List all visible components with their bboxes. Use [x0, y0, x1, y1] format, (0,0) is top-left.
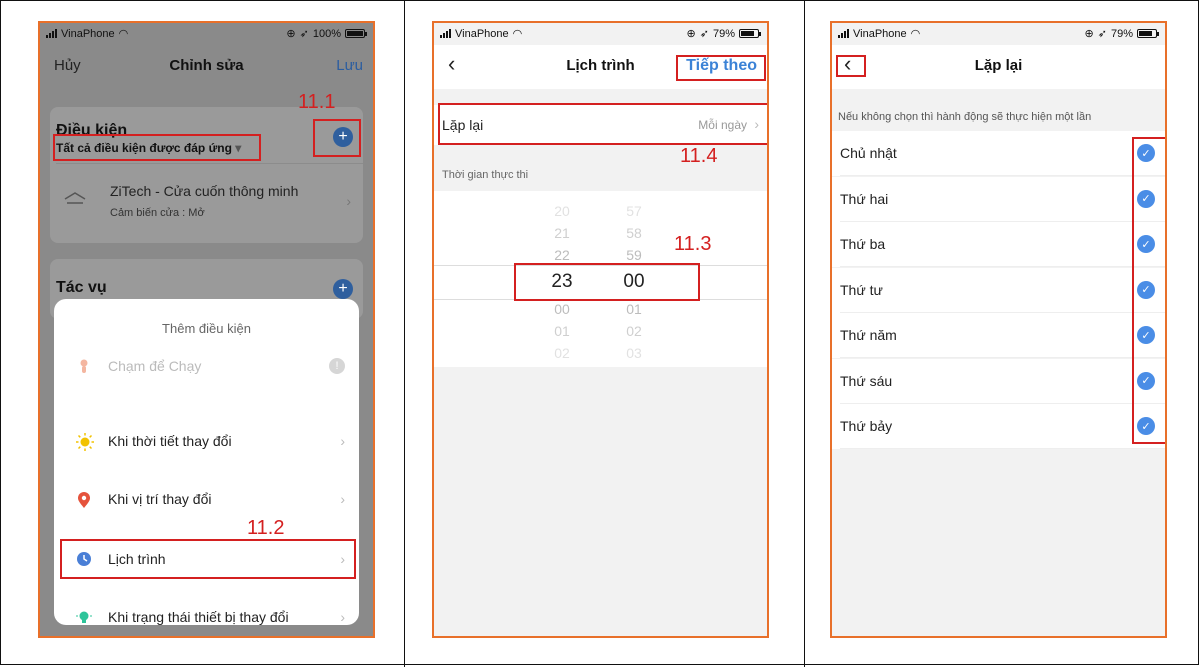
column-divider — [404, 0, 405, 667]
sheet-item-label: Chạm để Chạy — [108, 358, 202, 374]
day-label: Thứ tư — [840, 281, 883, 298]
day-label: Thứ sáu — [840, 372, 893, 389]
highlight-box — [836, 55, 866, 77]
signal-icon — [838, 29, 849, 38]
highlight-box — [313, 119, 361, 157]
picker-value[interactable]: 00 — [542, 301, 582, 317]
phone-screen-edit: VinaPhone ◠ ⊕ ➶ 100% Hủy Chỉnh sửa Lưu Đ… — [38, 21, 375, 638]
hint-text: Nếu không chọn thì hành động sẽ thực hiệ… — [838, 111, 1092, 123]
annotation-11-4: 11.4 — [680, 145, 718, 167]
device-detail: Cảm biến cửa : Mở — [110, 207, 205, 219]
page-title: Lặp lại — [974, 57, 1023, 74]
day-label: Thứ bảy — [840, 418, 893, 434]
carrier-label: VinaPhone — [61, 27, 115, 40]
day-label: Thứ năm — [840, 327, 897, 343]
highlight-box — [438, 103, 767, 145]
add-condition-sheet: Thêm điều kiện Chạm để Chạy ! Khi thời t… — [54, 299, 359, 625]
battery-icon — [739, 29, 761, 38]
location-arrow-icon: ➶ — [299, 28, 309, 40]
column-divider — [804, 0, 805, 667]
chevron-right-icon: › — [346, 193, 351, 209]
status-bar: VinaPhone ◠ ⊕ ➶ 100% — [40, 23, 373, 43]
picker-value[interactable]: 22 — [542, 247, 582, 263]
divider — [56, 163, 363, 164]
sheet-item-label: Khi trạng thái thiết bị thay đổi — [108, 609, 289, 625]
battery-percent: 100% — [312, 27, 341, 40]
shutter-icon — [64, 191, 86, 205]
annotation-11-2: 11.2 — [247, 517, 285, 539]
lock-rotation-icon: ⊕ — [1084, 28, 1094, 40]
picker-value[interactable]: 02 — [614, 323, 654, 339]
sheet-item-weather[interactable]: Khi thời tiết thay đổi › — [54, 421, 359, 461]
wifi-icon: ◠ — [118, 28, 129, 40]
battery-icon — [1137, 29, 1159, 38]
highlight-box — [60, 539, 356, 579]
tasks-title: Tác vụ — [56, 279, 107, 296]
day-option[interactable]: Thứ bảy ✓ — [832, 404, 1165, 449]
sheet-item-label: Khi thời tiết thay đổi — [108, 433, 232, 449]
status-bar: VinaPhone ◠ ⊕ ➶ 79% — [434, 23, 767, 43]
chevron-right-icon: › — [340, 433, 345, 449]
annotation-11-1: 11.1 — [298, 91, 336, 113]
phone-screen-repeat: VinaPhone ◠ ⊕ ➶ 79% ‹ Lặp lại Nếu không … — [830, 21, 1167, 638]
day-option[interactable]: Thứ ba ✓ — [832, 222, 1165, 267]
nav-bar: ‹ Lặp lại — [832, 45, 1165, 89]
status-bar: VinaPhone ◠ ⊕ ➶ 79% — [832, 23, 1165, 43]
day-option[interactable]: Thứ năm ✓ — [832, 313, 1165, 358]
picker-value[interactable]: 03 — [614, 345, 654, 361]
device-name: ZiTech - Cửa cuốn thông minh — [110, 183, 299, 199]
battery-icon — [345, 29, 367, 38]
chevron-right-icon: › — [340, 609, 345, 625]
lock-rotation-icon: ⊕ — [286, 28, 296, 40]
sheet-item-device-state[interactable]: Khi trạng thái thiết bị thay đổi › — [54, 597, 359, 636]
nav-bar: Hủy Chỉnh sửa Lưu — [40, 45, 373, 89]
picker-value[interactable]: 57 — [614, 203, 654, 219]
add-task-button[interactable]: + — [333, 279, 353, 299]
battery-percent: 79% — [712, 27, 735, 40]
day-label: Thứ ba — [840, 236, 886, 252]
carrier-label: VinaPhone — [853, 27, 907, 40]
picker-value[interactable]: 58 — [614, 225, 654, 241]
save-button[interactable]: Lưu — [336, 57, 363, 74]
sheet-item-label: Khi vị trí thay đổi — [108, 491, 212, 507]
day-label: Chủ nhật — [840, 145, 897, 161]
phone-screen-schedule: VinaPhone ◠ ⊕ ➶ 79% ‹ Lịch trình Tiếp th… — [432, 21, 769, 638]
day-label: Thứ hai — [840, 190, 889, 207]
day-option[interactable]: Thứ tư ✓ — [832, 267, 1165, 313]
highlight-box — [1132, 137, 1165, 444]
picker-value[interactable]: 01 — [542, 323, 582, 339]
info-icon: ! — [329, 358, 345, 374]
sun-icon — [76, 433, 94, 451]
wifi-icon: ◠ — [512, 28, 523, 40]
wifi-icon: ◠ — [910, 28, 921, 40]
sheet-item-location[interactable]: Khi vị trí thay đổi › — [54, 479, 359, 519]
section-label: Thời gian thực thi — [442, 169, 529, 181]
day-option[interactable]: Chủ nhật ✓ — [832, 131, 1165, 176]
picker-value[interactable]: 01 — [614, 301, 654, 317]
location-pin-icon — [76, 491, 92, 508]
signal-icon — [440, 29, 451, 38]
battery-percent: 79% — [1110, 27, 1133, 40]
picker-value[interactable]: 59 — [614, 247, 654, 263]
location-arrow-icon: ➶ — [1097, 28, 1107, 40]
day-option[interactable]: Thứ sáu ✓ — [832, 358, 1165, 404]
day-option[interactable]: Thứ hai ✓ — [832, 176, 1165, 222]
hand-tap-icon — [76, 358, 92, 374]
picker-value[interactable]: 21 — [542, 225, 582, 241]
picker-value[interactable]: 20 — [542, 203, 582, 219]
signal-icon — [46, 29, 57, 38]
lock-rotation-icon: ⊕ — [686, 28, 696, 40]
picker-value[interactable]: 02 — [542, 345, 582, 361]
highlight-box — [676, 55, 766, 81]
highlight-box — [514, 263, 700, 301]
carrier-label: VinaPhone — [455, 27, 509, 40]
highlight-box — [53, 134, 261, 161]
location-arrow-icon: ➶ — [699, 28, 709, 40]
annotation-11-3: 11.3 — [674, 233, 712, 255]
chevron-right-icon: › — [340, 491, 345, 507]
device-bulb-icon — [76, 609, 92, 625]
page-title: Chỉnh sửa — [169, 57, 244, 74]
sheet-item-tap-to-run[interactable]: Chạm để Chạy ! — [54, 346, 359, 386]
sheet-title: Thêm điều kiện — [162, 321, 251, 336]
